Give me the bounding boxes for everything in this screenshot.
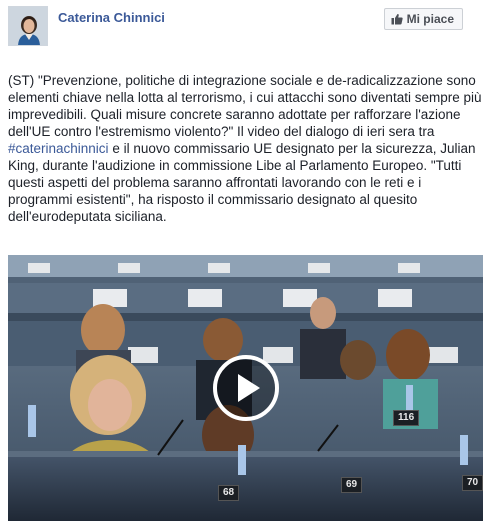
play-triangle (238, 374, 260, 402)
like-button[interactable]: Mi piace (383, 8, 463, 30)
seat-plate-68: 68 (218, 485, 240, 501)
seat-plate-116: 116 (393, 410, 420, 426)
seat-plate-70: 70 (462, 475, 483, 491)
post-header: Caterina Chinnici Mi piace (8, 6, 483, 46)
like-button-label: Mi piace (406, 12, 454, 26)
post-text-part1: (ST) "Prevenzione, politiche di integraz… (8, 73, 482, 139)
avatar-portrait (9, 7, 47, 45)
author-name[interactable]: Caterina Chinnici (58, 10, 165, 25)
post-body: (ST) "Prevenzione, politiche di integraz… (8, 72, 486, 225)
hashtag-link[interactable]: #caterinachinnici (8, 141, 109, 156)
author-avatar[interactable] (8, 6, 48, 46)
thumbs-up-icon (391, 14, 403, 25)
seat-plate-69: 69 (341, 477, 363, 493)
play-icon[interactable] (213, 355, 279, 421)
video-player[interactable]: 68 69 70 116 (8, 255, 483, 521)
facebook-post: Caterina Chinnici Mi piace (ST) "Prevenz… (0, 0, 491, 532)
